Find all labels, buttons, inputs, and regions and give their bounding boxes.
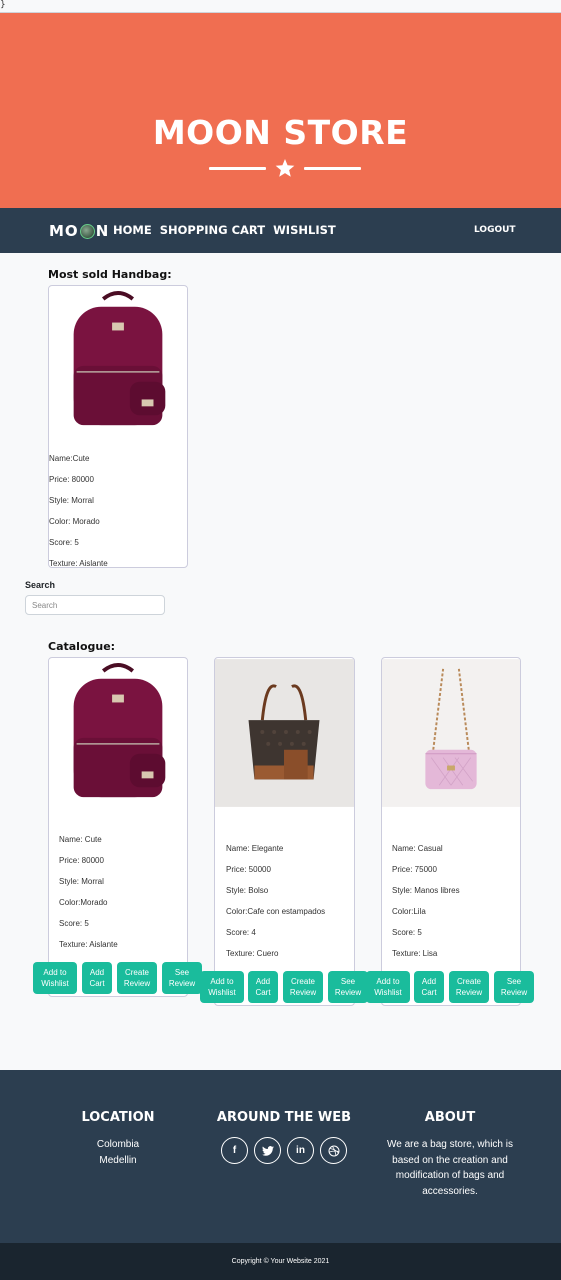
brand-logo[interactable]: MO N	[49, 222, 109, 240]
product-name: Name: Casual	[392, 844, 443, 853]
catalogue-card-cute: Name: Cute Price: 80000 Style: Morral Co…	[48, 657, 188, 997]
social-links: f in	[209, 1137, 359, 1164]
product-color: Color:Lila	[392, 907, 426, 916]
dribbble-icon[interactable]	[320, 1137, 347, 1164]
location-title: LOCATION	[81, 1110, 155, 1125]
product-price: Price: 75000	[392, 865, 437, 874]
product-price: Price: 80000	[49, 475, 94, 484]
most-sold-title: Most sold Handbag:	[48, 268, 172, 281]
add-cart-button[interactable]: Add Cart	[414, 971, 444, 1003]
see-review-button[interactable]: See Review	[494, 971, 534, 1003]
nav-wishlist-link[interactable]: WISHLIST	[273, 223, 336, 237]
catalogue-card-casual: Name: Casual Price: 75000 Style: Manos l…	[381, 657, 521, 1006]
add-to-wishlist-button[interactable]: Add to Wishlist	[33, 962, 77, 994]
create-review-button[interactable]: Create Review	[449, 971, 489, 1003]
see-review-button[interactable]: See Review	[328, 971, 368, 1003]
footer-around-web: AROUND THE WEB f in	[209, 1110, 359, 1164]
product-style: Style: Morral	[59, 877, 104, 886]
product-texture: Texture: Cuero	[226, 949, 279, 958]
stray-text: }	[0, 0, 6, 10]
masthead: MOON STORE	[0, 13, 561, 208]
about-title: ABOUT	[424, 1110, 476, 1125]
product-color: Color: Morado	[49, 517, 100, 526]
add-to-wishlist-button[interactable]: Add to Wishlist	[200, 971, 244, 1003]
product-price: Price: 50000	[226, 865, 271, 874]
product-style: Style: Manos libres	[392, 886, 460, 895]
product-score: Score: 5	[49, 538, 79, 547]
around-web-title: AROUND THE WEB	[216, 1110, 352, 1125]
card-info: Name: Cute Price: 80000 Style: Morral Co…	[59, 829, 118, 955]
brand-text-left: MO	[49, 222, 79, 240]
backpack-image	[49, 659, 187, 807]
facebook-icon[interactable]: f	[221, 1137, 248, 1164]
product-score: Score: 4	[226, 928, 256, 937]
product-texture: Texture: Lisa	[392, 949, 438, 958]
product-style: Style: Morral	[49, 496, 94, 505]
card-info: Name: Casual Price: 75000 Style: Manos l…	[392, 838, 460, 964]
nav-shopping-cart-link[interactable]: SHOPPING CART	[160, 223, 265, 237]
location-city: Medellin	[99, 1154, 137, 1166]
product-name: Name: Cute	[59, 835, 102, 844]
catalogue-card-elegante: Name: Elegante Price: 50000 Style: Bolso…	[214, 657, 355, 1006]
see-review-button[interactable]: See Review	[162, 962, 202, 994]
create-review-button[interactable]: Create Review	[283, 971, 323, 1003]
create-review-button[interactable]: Create Review	[117, 962, 157, 994]
about-text: We are a bag store, which is based on th…	[387, 1139, 513, 1197]
location-country: Colombia	[96, 1139, 140, 1150]
product-name: Name:Cute	[49, 454, 90, 463]
product-style: Style: Bolso	[226, 886, 269, 895]
most-sold-card: Name:Cute Price: 80000 Style: Morral Col…	[48, 285, 188, 568]
product-texture: Texture: Aislante	[49, 559, 108, 568]
star-icon	[275, 159, 295, 177]
product-texture: Texture: Aislante	[59, 940, 118, 949]
card-info: Name: Elegante Price: 50000 Style: Bolso…	[226, 838, 325, 964]
copyright: Copyright © Your Website 2021	[0, 1243, 561, 1280]
logout-link[interactable]: LOGOUT	[474, 225, 516, 235]
twitter-icon[interactable]	[254, 1137, 281, 1164]
nav-links: HOME SHOPPING CART WISHLIST	[113, 223, 336, 237]
crossbody-bag-image	[382, 659, 520, 807]
tote-bag-image	[215, 659, 354, 807]
product-color: Color:Morado	[59, 898, 108, 907]
navbar: MO N HOME SHOPPING CART WISHLIST LOGOUT	[0, 208, 561, 253]
search-label: Search	[25, 580, 56, 590]
nav-home-link[interactable]: HOME	[113, 223, 152, 237]
product-score: Score: 5	[59, 919, 89, 928]
moon-icon	[79, 223, 95, 239]
product-price: Price: 80000	[59, 856, 104, 865]
add-cart-button[interactable]: Add Cart	[82, 962, 112, 994]
most-sold-info: Name:Cute Price: 80000 Style: Morral Col…	[49, 448, 108, 568]
add-to-wishlist-button[interactable]: Add to Wishlist	[366, 971, 410, 1003]
linkedin-icon[interactable]: in	[287, 1137, 314, 1164]
search-input[interactable]	[25, 595, 165, 615]
product-name: Name: Elegante	[226, 844, 284, 853]
product-color: Color:Cafe con estampados	[226, 907, 326, 916]
footer-about: ABOUT We are a bag store, which is based…	[383, 1110, 517, 1199]
backpack-image	[49, 287, 187, 435]
catalogue-title: Catalogue:	[48, 640, 116, 653]
add-cart-button[interactable]: Add Cart	[248, 971, 278, 1003]
brand-text-right: N	[95, 222, 110, 240]
star-divider	[209, 159, 361, 179]
footer: LOCATION Colombia Medellin AROUND THE WE…	[0, 1070, 561, 1243]
footer-location: LOCATION Colombia Medellin	[68, 1110, 168, 1168]
store-title: MOON STORE	[152, 113, 409, 152]
product-score: Score: 5	[392, 928, 422, 937]
